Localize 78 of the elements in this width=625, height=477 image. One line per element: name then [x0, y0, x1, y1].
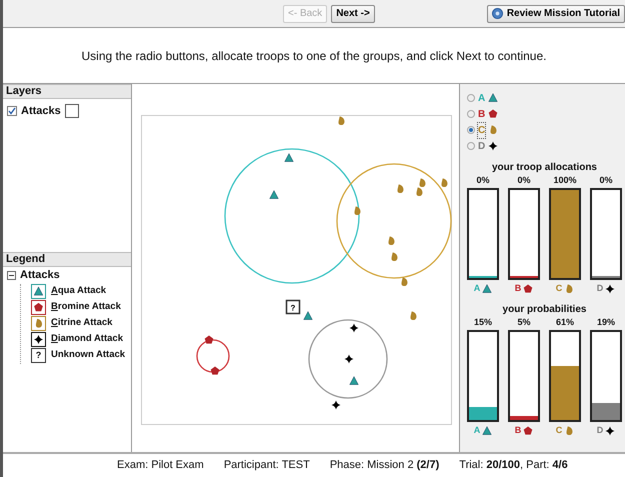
percent-value: 0%	[517, 175, 530, 186]
group-letter: A	[474, 424, 480, 438]
blob-marker	[392, 252, 398, 262]
help-icon	[492, 8, 503, 19]
triangle-icon	[488, 93, 498, 103]
percent-value: 19%	[596, 317, 615, 328]
group-letter: C	[556, 282, 562, 296]
group-letter: D	[596, 282, 604, 296]
percent-value: 61%	[556, 317, 574, 328]
status-text: Trial: 20/100, Part: 4/6	[459, 458, 568, 473]
blob-marker	[410, 312, 416, 320]
pentagon-icon	[488, 109, 498, 119]
range-circle	[196, 339, 230, 373]
status-text: Phase: Mission 2 (2/7)	[330, 458, 440, 473]
radio-button[interactable]	[467, 126, 475, 134]
blob-marker	[338, 116, 344, 126]
legend-label: Diamond Attack	[51, 332, 123, 346]
blob-marker	[398, 184, 404, 194]
triangle-marker	[284, 153, 294, 162]
group-letter: D	[478, 140, 486, 154]
percent-value: 100%	[553, 175, 577, 186]
diamond-marker	[332, 400, 340, 410]
legend-label: Citrine Attack	[51, 316, 112, 330]
diamond-marker	[350, 324, 358, 332]
diamond-marker	[344, 354, 354, 364]
triangle-marker	[270, 190, 278, 199]
radio-button[interactable]	[467, 142, 475, 150]
blob-icon	[488, 125, 498, 135]
radio-button[interactable]	[467, 94, 475, 102]
percent-value: 5%	[517, 317, 530, 328]
next-button[interactable]: Next ->	[331, 4, 375, 22]
triangle-marker	[350, 376, 358, 385]
panel-title: Layers	[3, 84, 131, 99]
panel-title: Legend	[3, 252, 131, 267]
unknown-marker: ?	[286, 300, 300, 314]
status-text: Exam: Pilot Exam	[117, 458, 204, 473]
blob-marker	[388, 236, 394, 246]
pentagon-marker	[204, 336, 214, 344]
legend-symbol: ?	[31, 348, 46, 363]
section-title: your probabilities	[502, 303, 588, 317]
group-letter: B	[478, 108, 486, 122]
blob-icon	[564, 426, 574, 436]
group-letter: A	[478, 92, 486, 106]
diamond-icon	[605, 284, 616, 294]
radio-button[interactable]	[467, 110, 475, 118]
percent-value: 15%	[474, 317, 492, 328]
triangle-icon	[482, 426, 492, 436]
triangle-icon	[482, 284, 492, 294]
group-letter: A	[474, 282, 480, 296]
tutorial-button[interactable]: Review Mission Tutorial	[486, 4, 625, 22]
diamond-icon	[488, 141, 498, 151]
legend-label: Unknown Attack	[51, 348, 126, 362]
pentagon-icon	[523, 426, 534, 436]
checkbox[interactable]	[7, 106, 17, 116]
blob-icon	[564, 284, 574, 294]
layer-swatch	[64, 104, 79, 118]
group-letter: D	[596, 424, 604, 438]
percent-value: 0%	[599, 175, 612, 186]
triangle-marker	[304, 311, 312, 320]
blob-marker	[442, 178, 448, 188]
pentagon-icon	[523, 284, 534, 294]
instruction-text: Using the radio buttons, allocate troops to one of the groups, and click Next to continue.	[82, 48, 546, 64]
group-letter: C	[556, 424, 562, 438]
blob-marker	[354, 206, 360, 216]
collapse-icon[interactable]	[7, 270, 16, 280]
section-title: your troop allocations	[490, 161, 598, 175]
legend-label: Aqua Attack	[51, 284, 106, 298]
percent-value: 0%	[476, 175, 490, 186]
blob-marker	[402, 278, 408, 286]
diamond-icon	[605, 426, 616, 436]
group-letter: B	[514, 282, 522, 296]
tree-label: Attacks	[20, 268, 60, 283]
layer-label: Attacks	[21, 104, 61, 119]
group-letter: C	[478, 122, 486, 138]
legend-label: Bromine Attack	[51, 300, 121, 314]
pentagon-marker	[210, 366, 220, 375]
group-letter: B	[514, 424, 522, 438]
status-text: Participant: TEST	[224, 458, 310, 473]
